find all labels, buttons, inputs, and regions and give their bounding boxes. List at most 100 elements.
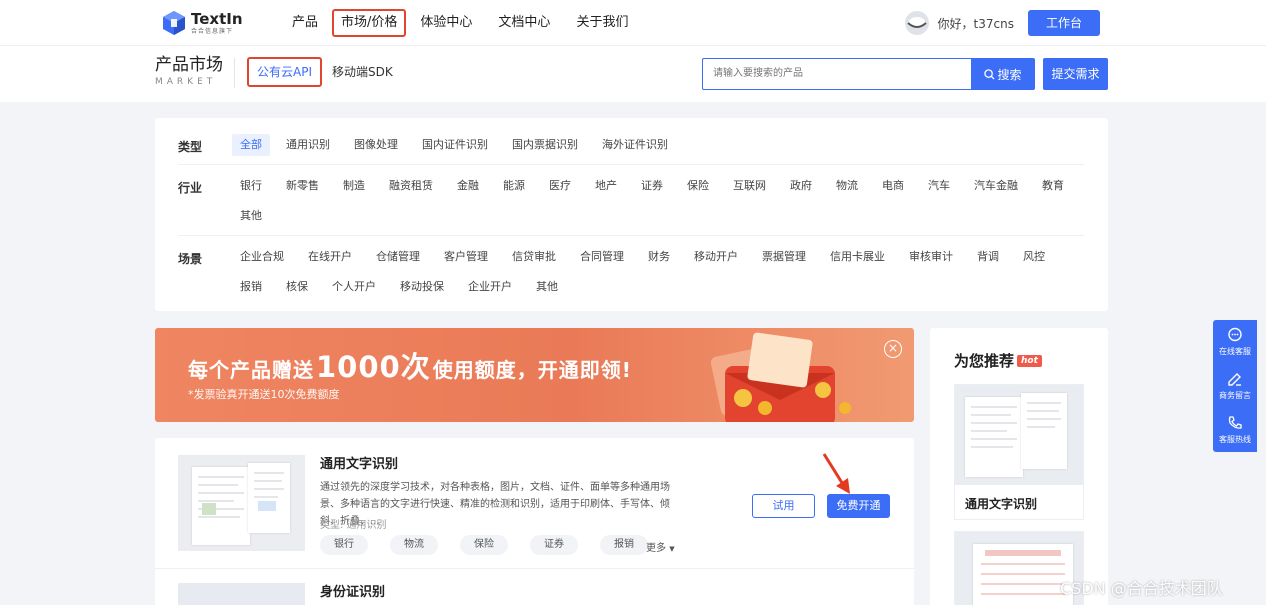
search-button[interactable]: 搜索 bbox=[971, 58, 1035, 90]
document-preview-icon bbox=[971, 402, 1061, 448]
caret-down-icon: ▼ bbox=[669, 545, 675, 553]
filter-industry-option[interactable]: 能源 bbox=[495, 175, 533, 197]
filter-industry-option[interactable]: 融资租赁 bbox=[381, 175, 441, 197]
free-activate-button[interactable]: 免费开通 bbox=[827, 494, 890, 518]
divider bbox=[155, 568, 914, 569]
brand-name: TextIn bbox=[191, 9, 243, 28]
product-search: 搜索 bbox=[702, 58, 1035, 90]
filter-scene-option[interactable]: 其他 bbox=[528, 276, 566, 298]
filter-industry-option[interactable]: 物流 bbox=[828, 175, 866, 197]
divider bbox=[178, 164, 1084, 165]
filter-scene-option[interactable]: 审核审计 bbox=[901, 246, 961, 268]
filter-industry-option[interactable]: 互联网 bbox=[725, 175, 774, 197]
product-thumbnail[interactable] bbox=[178, 583, 305, 605]
submit-request-button[interactable]: 提交需求 bbox=[1043, 58, 1108, 90]
avatar[interactable] bbox=[904, 11, 929, 35]
service-label: 在线客服 bbox=[1219, 347, 1251, 356]
product-name[interactable]: 身份证识别 bbox=[320, 581, 385, 600]
filter-row-type: 类型 全部 通用识别 图像处理 国内证件识别 国内票据识别 海外证件识别 bbox=[178, 134, 1084, 164]
filter-industry-option[interactable]: 汽车金融 bbox=[966, 175, 1026, 197]
nav-item-experience[interactable]: 体验中心 bbox=[408, 9, 484, 37]
nav-item-market-price[interactable]: 市场/价格 bbox=[332, 9, 407, 37]
product-tag[interactable]: 保险 bbox=[460, 535, 508, 555]
filter-scene-option[interactable]: 信用卡展业 bbox=[822, 246, 893, 268]
filter-industry-option[interactable]: 其他 bbox=[232, 205, 270, 227]
business-message-button[interactable]: 商务留言 bbox=[1213, 364, 1257, 408]
recommend-card[interactable]: 通用文字识别 bbox=[954, 384, 1084, 520]
filter-scene-option[interactable]: 企业合规 bbox=[232, 246, 292, 268]
filter-industry-option[interactable]: 医疗 bbox=[541, 175, 579, 197]
filter-industry-option[interactable]: 制造 bbox=[335, 175, 373, 197]
product-tag[interactable]: 物流 bbox=[390, 535, 438, 555]
filter-industry-option[interactable]: 政府 bbox=[782, 175, 820, 197]
filter-type-option[interactable]: 海外证件识别 bbox=[594, 134, 676, 156]
filter-scene-option[interactable]: 财务 bbox=[640, 246, 678, 268]
edit-icon bbox=[1228, 373, 1241, 386]
product-tag[interactable]: 报销 bbox=[600, 535, 648, 555]
filter-industry-option[interactable]: 新零售 bbox=[278, 175, 327, 197]
workbench-button[interactable]: 工作台 bbox=[1027, 10, 1100, 36]
nav-item-docs[interactable]: 文档中心 bbox=[486, 9, 562, 37]
filter-industry-option[interactable]: 证券 bbox=[633, 175, 671, 197]
product-thumbnail[interactable] bbox=[178, 455, 305, 551]
filter-scene-option[interactable]: 个人开户 bbox=[324, 276, 384, 298]
filter-type-option[interactable]: 通用识别 bbox=[278, 134, 338, 156]
filter-scene-option[interactable]: 票据管理 bbox=[754, 246, 814, 268]
filter-scene-option[interactable]: 企业开户 bbox=[460, 276, 520, 298]
user-greeting: 你好，t37cns bbox=[937, 16, 1014, 31]
service-label: 客服热线 bbox=[1219, 435, 1251, 444]
filter-scene-option[interactable]: 合同管理 bbox=[572, 246, 632, 268]
product-name[interactable]: 通用文字识别 bbox=[320, 453, 398, 472]
filter-scene-option[interactable]: 移动开户 bbox=[686, 246, 746, 268]
filter-scene-option[interactable]: 仓储管理 bbox=[368, 246, 428, 268]
filter-industry-option[interactable]: 银行 bbox=[232, 175, 270, 197]
filter-industry-option[interactable]: 保险 bbox=[679, 175, 717, 197]
filter-scene-option[interactable]: 移动投保 bbox=[392, 276, 452, 298]
filter-industry-option[interactable]: 地产 bbox=[587, 175, 625, 197]
banner-title-pre: 每个产品赠送 bbox=[188, 358, 314, 382]
filter-type-option[interactable]: 全部 bbox=[232, 134, 270, 156]
filter-scene-option[interactable]: 风控 bbox=[1015, 246, 1053, 268]
recommend-thumbnail bbox=[955, 385, 1083, 485]
more-label: 更多 bbox=[646, 543, 666, 554]
filter-scene-option[interactable]: 客户管理 bbox=[436, 246, 496, 268]
filter-industry-option[interactable]: 金融 bbox=[449, 175, 487, 197]
filter-type-option[interactable]: 国内票据识别 bbox=[504, 134, 586, 156]
filter-label: 行业 bbox=[178, 181, 203, 195]
nav-item-about[interactable]: 关于我们 bbox=[564, 9, 640, 37]
search-input[interactable] bbox=[702, 58, 971, 90]
filter-scene-option[interactable]: 核保 bbox=[278, 276, 316, 298]
filter-industry-option[interactable]: 电商 bbox=[874, 175, 912, 197]
nav-item-products[interactable]: 产品 bbox=[280, 9, 330, 37]
filter-scene-option[interactable]: 背调 bbox=[969, 246, 1007, 268]
annotation-arrow-icon bbox=[822, 453, 850, 494]
try-button[interactable]: 试用 bbox=[752, 494, 815, 518]
filter-scene-option[interactable]: 信贷审批 bbox=[504, 246, 564, 268]
product-tag[interactable]: 银行 bbox=[320, 535, 368, 555]
filter-industry-option[interactable]: 教育 bbox=[1034, 175, 1072, 197]
tab-mobile-sdk[interactable]: 移动端SDK bbox=[332, 57, 393, 87]
online-service-button[interactable]: 在线客服 bbox=[1213, 320, 1257, 364]
filter-type-option[interactable]: 图像处理 bbox=[346, 134, 406, 156]
product-tags: 银行 物流 保险 证券 报销 bbox=[320, 535, 670, 555]
tab-public-cloud-api[interactable]: 公有云API bbox=[247, 57, 322, 87]
filter-industry-option[interactable]: 汽车 bbox=[920, 175, 958, 197]
filter-scene-option[interactable]: 在线开户 bbox=[300, 246, 360, 268]
banner-title: 每个产品赠送1000次 使用额度，开通即领! bbox=[188, 344, 632, 386]
filter-type-option[interactable]: 国内证件识别 bbox=[414, 134, 496, 156]
product-tag[interactable]: 证券 bbox=[530, 535, 578, 555]
recommend-name: 通用文字识别 bbox=[965, 497, 1038, 511]
service-label: 商务留言 bbox=[1219, 391, 1251, 400]
brand-logo[interactable]: TextIn 合合信息旗下 bbox=[162, 9, 243, 37]
filter-scene-option[interactable]: 报销 bbox=[232, 276, 270, 298]
service-float-bar: 在线客服 商务留言 客服热线 bbox=[1213, 320, 1257, 452]
chat-icon bbox=[1228, 327, 1242, 342]
banner-title-number: 1000次 bbox=[316, 350, 431, 384]
promo-banner[interactable]: 每个产品赠送1000次 使用额度，开通即领! *发票验真开通送10次免费额度 × bbox=[155, 328, 914, 422]
divider bbox=[234, 58, 235, 88]
phone-icon bbox=[1228, 416, 1242, 429]
more-tags-toggle[interactable]: 更多 ▼ bbox=[646, 539, 675, 554]
close-icon[interactable]: × bbox=[884, 340, 902, 358]
service-hotline-button[interactable]: 客服热线 bbox=[1213, 408, 1257, 452]
recommend-title: 为您推荐 hot bbox=[954, 350, 1042, 371]
